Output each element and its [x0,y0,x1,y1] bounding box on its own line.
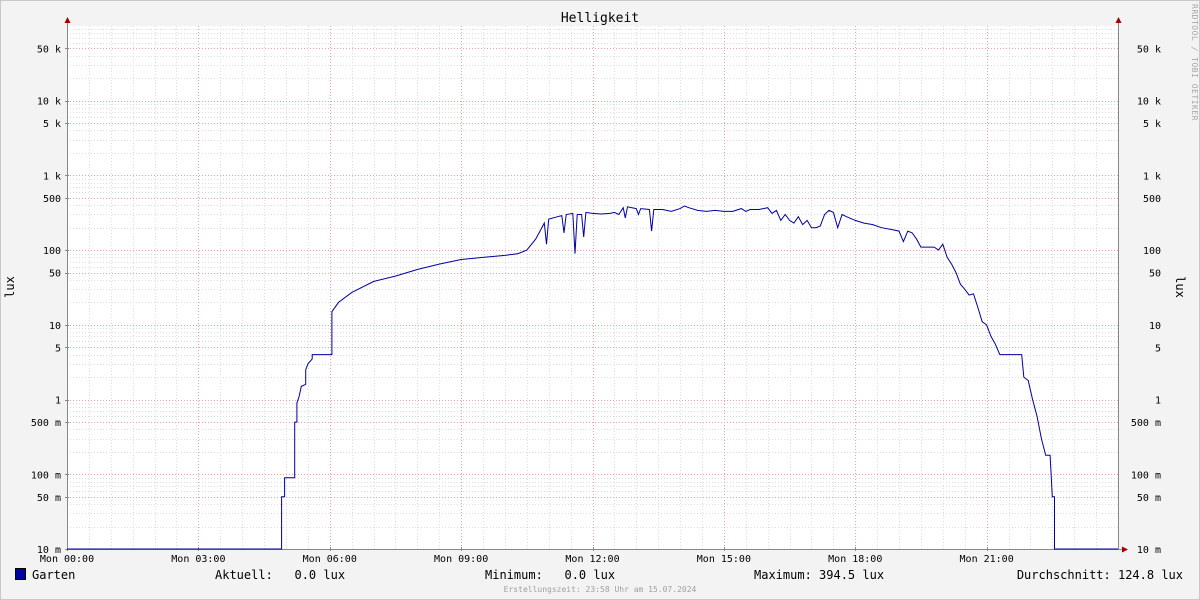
y-tick-label-left: 1 [55,396,61,407]
y-tick-label-right: 100 m [1131,470,1161,481]
x-tick-label: Mon 03:00 [171,554,225,565]
x-tick-label: Mon 18:00 [828,554,882,565]
y-axis-label-left: lux [3,276,17,298]
y-tick-label-left: 500 [43,194,61,205]
y-tick-label-right: 50 k [1137,44,1161,55]
footer-timestamp: Erstellungszeit: 23:58 Uhr am 15.07.2024 [503,585,697,594]
legend-current: Aktuell: 0.0 lux [215,568,346,582]
y-tick-label-right: 5 [1155,343,1161,354]
y-axis-label-right: lux [1173,276,1187,298]
y-axis-arrow-right [1115,17,1122,23]
legend-minimum: Minimum: 0.0 lux [485,568,616,582]
x-tick-label: Mon 09:00 [434,554,488,565]
legend-series-name: Garten [32,568,76,582]
y-tick-label-left: 1 k [43,171,61,182]
y-tick-label-left: 10 k [37,97,61,108]
chart-svg: 10 m 50 m 100 m 500 m 1 5 10 50 100 500 1 k 5 k 10 k… [3,17,1187,565]
x-axis-arrow [1122,546,1128,553]
legend-swatch [15,568,26,580]
x-tick-label: Mon 15:00 [697,554,751,565]
y-tick-label-left: 500 m [31,418,61,429]
y-tick-label-right: 50 m [1137,493,1161,504]
y-tick-label-left: 5 k [43,119,61,130]
y-tick-label-left: 50 k [37,44,61,55]
x-tick-label: Mon 06:00 [303,554,357,565]
y-tick-label-left: 50 m [37,493,61,504]
y-tick-label-right: 10 k [1137,97,1161,108]
y-tick-label-right: 500 [1143,194,1161,205]
y-tick-label-right: 50 [1149,269,1161,280]
y-tick-label-right: 500 m [1131,418,1161,429]
y-tick-label-left: 100 m [31,470,61,481]
y-tick-label-right: 10 [1149,321,1161,332]
y-axis-arrow-left [64,17,71,23]
x-tick-labels: Mon 00:00 Mon 03:00 Mon 06:00 Mon 09:00 Mon … [40,554,1014,565]
y-tick-label-left: 5 [55,343,61,354]
y-tick-labels-left: 10 m50 m100 m500 m1510501005001 k5 k10 k… [31,44,61,556]
y-tick-label-left: 50 [49,269,61,280]
legend-average: Durchschnitt: 124.8 lux [1016,568,1183,582]
legend-maximum: Maximum: 394.5 lux [754,568,885,582]
x-tick-label: Mon 21:00 [960,554,1014,565]
y-tick-label-right: 5 k [1143,119,1161,130]
y-tick-label-right: 10 m [1137,545,1161,556]
y-tick-label-right: 100 [1143,246,1161,257]
y-tick-labels-right: 10 m 50 m 100 m 500 m 1 5 10 50 100 500 1 k 5 k 10 k… [1131,44,1161,556]
y-tick-label-left: 10 [49,321,61,332]
y-tick-label-right: 1 k [1143,171,1161,182]
y-tick-label-right: 1 [1155,396,1161,407]
x-tick-label: Mon 12:00 [565,554,619,565]
y-tick-label-left: 100 [43,246,61,257]
legend-series: Garten [15,568,75,582]
x-tick-label: Mon 00:00 [40,554,94,565]
